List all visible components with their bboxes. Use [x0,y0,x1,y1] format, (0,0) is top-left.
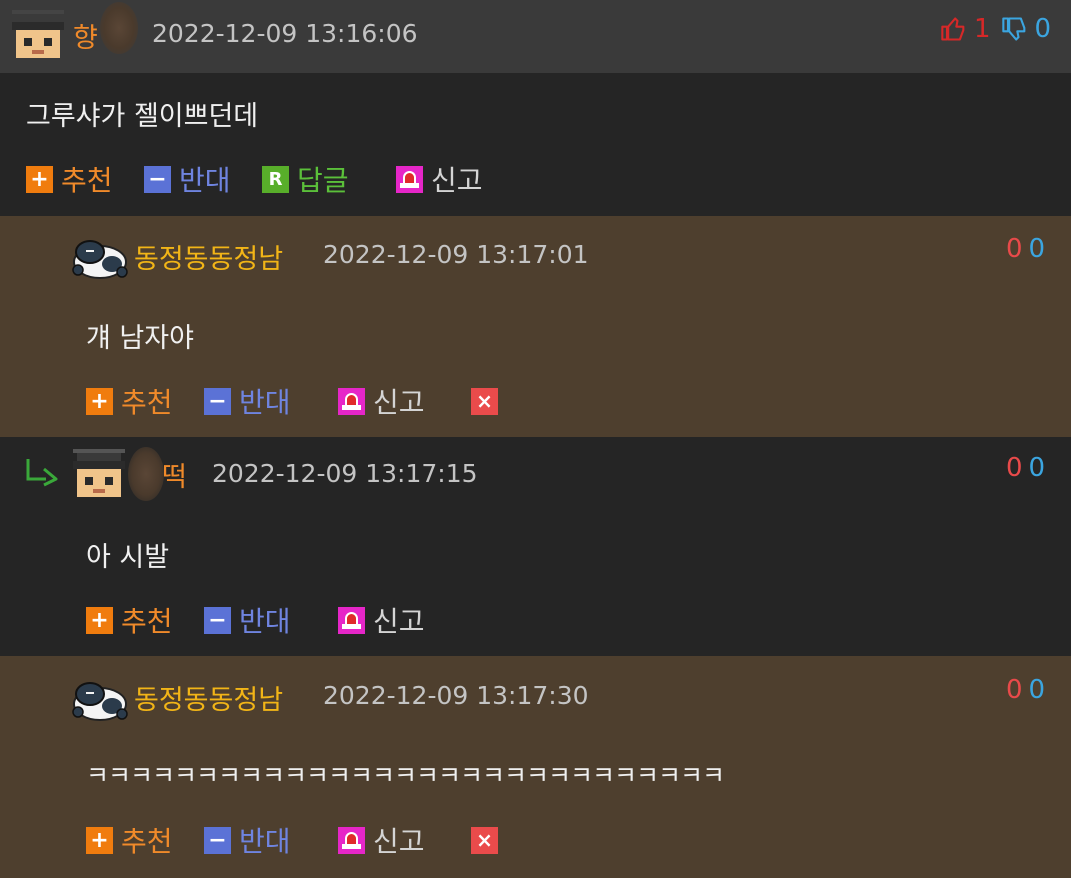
user-avatar-icon[interactable] [73,449,125,501]
minus-icon: − [204,387,231,415]
delete-button[interactable]: × [471,823,506,857]
reply-arrow-icon [26,459,58,487]
comment-date: 2022-12-09 13:16:06 [152,19,418,48]
recommend-button[interactable]: + 추천 [26,162,113,197]
report-label: 신고 [431,164,483,197]
up-count: 0 [1006,234,1023,264]
comment-date: 2022-12-09 13:17:01 [323,240,589,269]
up-count: 0 [1006,453,1023,483]
comment-date: 2022-12-09 13:17:15 [212,459,478,488]
siren-icon [338,387,365,415]
comment-2: 동정동동정남 2022-12-09 13:17:01 0 0 걔 남자야 + 추… [0,216,1071,437]
siren-icon [338,826,365,854]
report-label: 신고 [373,825,425,858]
comment-date: 2022-12-09 13:17:30 [323,681,589,710]
comment-3: 떡 2022-12-09 13:17:15 0 0 아 시발 + 추천 − 반대… [0,437,1071,656]
oppose-label: 반대 [239,825,291,858]
down-count: 0 [1028,234,1046,264]
oppose-button[interactable]: − 반대 [204,603,291,638]
nickname[interactable]: 떡 [162,455,187,494]
plus-icon: + [86,387,113,415]
report-button[interactable]: 신고 [396,162,483,197]
minus-icon: − [204,826,231,854]
reply-label: 답글 [297,164,349,197]
recommend-button[interactable]: + 추천 [86,603,173,638]
redacted-blur [100,2,138,54]
comment-body: ㅋㅋㅋㅋㅋㅋㅋㅋㅋㅋㅋㅋㅋㅋㅋㅋㅋㅋㅋㅋㅋㅋㅋㅋㅋㅋㅋㅋㅋ [86,761,725,790]
oppose-button[interactable]: − 반대 [204,823,291,858]
comment-body: 그루샤가 젤이쁘던데 [26,101,259,132]
oppose-label: 반대 [239,605,291,638]
down-count: 0 [1034,14,1052,44]
oppose-button[interactable]: − 반대 [144,162,231,197]
thumbs-down-icon [1001,17,1025,41]
siren-icon [338,606,365,634]
plus-icon: + [26,165,53,193]
vote-counts: 0 0 [1006,675,1045,705]
report-label: 신고 [373,605,425,638]
nickname[interactable]: 동정동동정남 [134,237,283,276]
reply-button[interactable]: R 답글 [262,162,349,197]
down-count: 0 [1028,453,1046,483]
report-label: 신고 [373,386,425,419]
report-button[interactable]: 신고 [338,603,425,638]
recommend-label: 추천 [121,825,173,858]
up-count: 0 [1006,675,1023,705]
report-button[interactable]: 신고 [338,823,425,858]
up-count: 1 [974,14,991,44]
thumbs-up-icon [941,17,965,41]
comment-body: 아 시발 [86,542,170,573]
redacted-blur [128,447,164,501]
recommend-label: 추천 [61,164,113,197]
minus-icon: − [204,606,231,634]
recommend-button[interactable]: + 추천 [86,823,173,858]
recommend-label: 추천 [121,605,173,638]
plus-icon: + [86,606,113,634]
comment-1: 향 2022-12-09 13:16:06 1 0 그루샤가 젤이쁘던데 + 추… [0,0,1071,216]
recommend-label: 추천 [121,386,173,419]
close-icon: × [471,826,498,854]
nickname[interactable]: 향 [73,16,98,55]
close-icon: × [471,387,498,415]
vote-counts: 1 0 [940,14,1051,44]
minus-icon: − [144,165,171,193]
oppose-button[interactable]: − 반대 [204,384,291,419]
vote-counts: 0 0 [1006,453,1045,483]
reply-icon: R [262,165,289,193]
report-button[interactable]: 신고 [338,384,425,419]
user-avatar-icon[interactable] [72,676,128,722]
vote-counts: 0 0 [1006,234,1045,264]
oppose-label: 반대 [239,386,291,419]
siren-icon [396,165,423,193]
oppose-label: 반대 [179,164,231,197]
comment-body: 걔 남자야 [86,323,194,354]
plus-icon: + [86,826,113,854]
nickname[interactable]: 동정동동정남 [134,678,283,717]
delete-button[interactable]: × [471,384,506,418]
user-avatar-icon[interactable] [72,234,128,280]
user-avatar-icon[interactable] [12,10,64,62]
recommend-button[interactable]: + 추천 [86,384,173,419]
down-count: 0 [1028,675,1046,705]
comment-4: 동정동동정남 2022-12-09 13:17:30 0 0 ㅋㅋㅋㅋㅋㅋㅋㅋㅋ… [0,656,1071,878]
